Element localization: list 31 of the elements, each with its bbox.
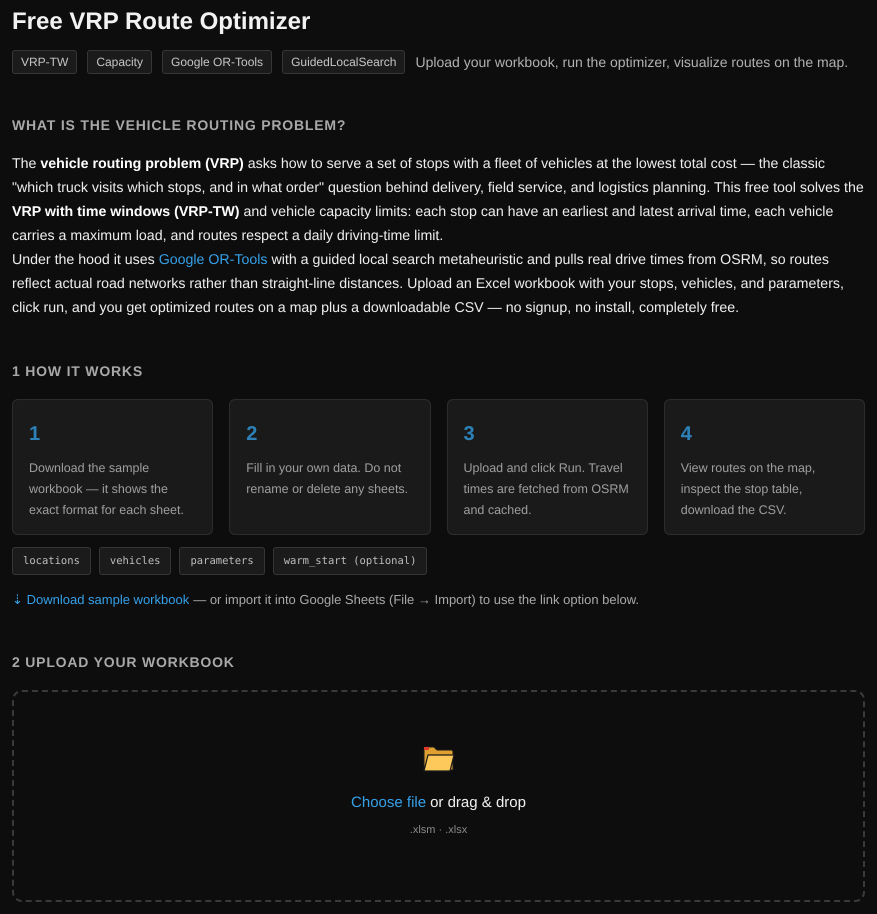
tag: VRP-TW [12, 50, 78, 74]
file-formats: .xlsm · .xlsx [410, 823, 468, 837]
step-text: Upload and click Run. Travel times are fetched from OSRM and cached. [464, 460, 630, 519]
step-text: View routes on the map, inspect the stop table, download the CSV. [680, 460, 816, 519]
sheet-name-chip: warm_start (optional) [272, 547, 428, 575]
tag: Google OR-Tools [162, 50, 272, 74]
tag: Capacity [87, 50, 152, 74]
sheet-name-chip: vehicles [98, 547, 172, 575]
tagline: Upload your workbook, run the optimizer, visualize routes on the map. [415, 54, 848, 70]
page-title: Free VRP Route Optimizer [12, 7, 312, 37]
drag-drop-text: or drag & drop [430, 793, 526, 813]
section-heading: 1 HOW IT WORKS [12, 362, 144, 380]
step-number: 2 [246, 422, 258, 446]
tag: GuidedLocalSearch [282, 50, 406, 74]
step-number: 3 [464, 422, 475, 446]
section-heading: 2 UPLOAD YOUR WORKBOOK [12, 653, 236, 671]
download-link[interactable]: ⇣ Download sample workbook [12, 591, 190, 609]
step-number: 1 [29, 422, 40, 446]
paragraph: Under the hood it uses Google OR-Tools with a guided local search metaheuristic and pulls real drive times from OSRM, so routes reflect actual road networks rather than straight-line distances. Upload an Excel workbook with your stops, vehicles, and parameters, click run, and you get optimized routes on a map plus a downloadable CSV — no signup, no install, completely free. [12, 251, 845, 318]
sheet-name-chip: locations [12, 547, 91, 575]
choose-file-link[interactable]: Choose file [351, 793, 426, 813]
section-heading: WHAT IS THE VEHICLE ROUTING PROBLEM? [12, 116, 348, 134]
step-text: Fill in your own data. Do not rename or delete any sheets. [246, 460, 410, 498]
folder-icon [422, 746, 454, 772]
step-text: Download the sample workbook — it shows the exact format for each sheet. [29, 460, 185, 519]
google-or-tools-link[interactable]: Google OR-Tools [158, 252, 268, 268]
download-note: — or import it into Google Sheets (File → Import) to use the link option below. [193, 591, 640, 609]
step-number: 4 [680, 422, 692, 446]
sheet-name-chip: parameters [179, 547, 265, 575]
paragraph: The vehicle routing problem (VRP) asks how to serve a set of stops with a fleet of vehicles at the lowest total cost — the classic "which truck visits which stops, and in what order" question behind delivery, field service, and logistics planning. This free tool solves the VRP with time windows (VRP-TW) and vehicle capacity limits: each stop can have an earliest and latest arrival time, each vehicle carries a maximum load, and routes respect a daily driving-time limit. [12, 155, 865, 246]
file-drop-zone[interactable]: Choose file or drag & drop .xlsm · .xlsx [12, 690, 865, 902]
